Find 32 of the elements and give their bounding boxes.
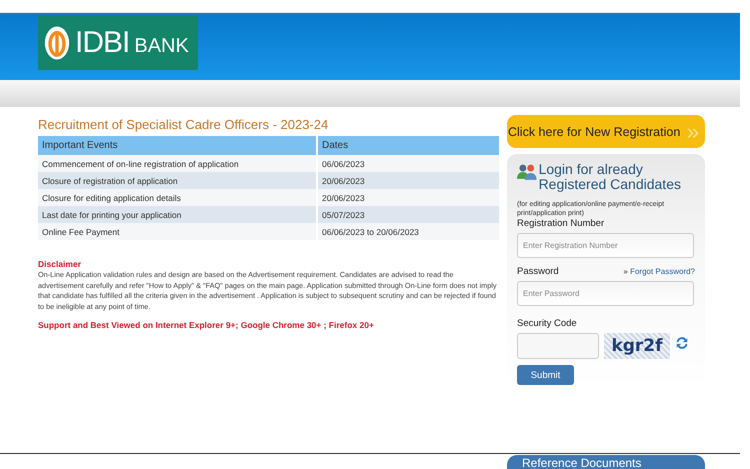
reference-documents-header: Reference Documents (507, 455, 705, 469)
field-label: Registration Number (517, 218, 606, 229)
table-cell: Closure of registration of application (38, 172, 317, 189)
captcha-image: kgr2f (604, 333, 670, 359)
users-icon (517, 163, 537, 181)
refresh-icon[interactable] (675, 336, 689, 350)
column-header: Important Events (38, 136, 317, 155)
field-label: Security Code (517, 318, 578, 329)
new-registration-button[interactable]: Click here for New Registration » (507, 115, 705, 148)
forgot-password-link[interactable]: » Forgot Password? (623, 267, 695, 276)
column-header: Dates (317, 136, 499, 155)
logo-icon (44, 24, 70, 62)
page-title: Recruitment of Specialist Cadre Officers - 2023-24 (38, 117, 330, 132)
browser-support-note: Support and Best Viewed on Internet Explorer 9+; Google Chrome 30+ ; Firefox 20+ (38, 320, 375, 330)
disclaimer-heading: Disclaimer (38, 259, 82, 269)
table-cell: Online Fee Payment (38, 223, 317, 240)
table-cell: 05/07/2023 (317, 206, 499, 223)
field-label: Password (517, 266, 559, 277)
table-cell: 20/06/2023 (317, 172, 499, 189)
table-cell: 06/06/2023 to 20/06/2023 (317, 223, 499, 240)
registration-number-field[interactable]: Enter Registration Number (517, 233, 694, 258)
security-code-field[interactable] (517, 333, 599, 359)
table-cell: 20/06/2023 (317, 189, 499, 206)
table-cell: 06/06/2023 (317, 155, 499, 172)
logo-text: BANK (134, 34, 189, 58)
table-cell: Commencement of on-line registration of application (38, 155, 317, 172)
logo-text: IDBI (75, 26, 130, 60)
submit-button[interactable]: Submit (517, 365, 574, 385)
table-cell: Closure for editing application details (38, 189, 317, 206)
login-title: Login for already Registered Candidates (538, 162, 682, 192)
table-cell: Last date for printing your application (38, 206, 317, 223)
password-field[interactable]: Enter Password (517, 281, 694, 306)
